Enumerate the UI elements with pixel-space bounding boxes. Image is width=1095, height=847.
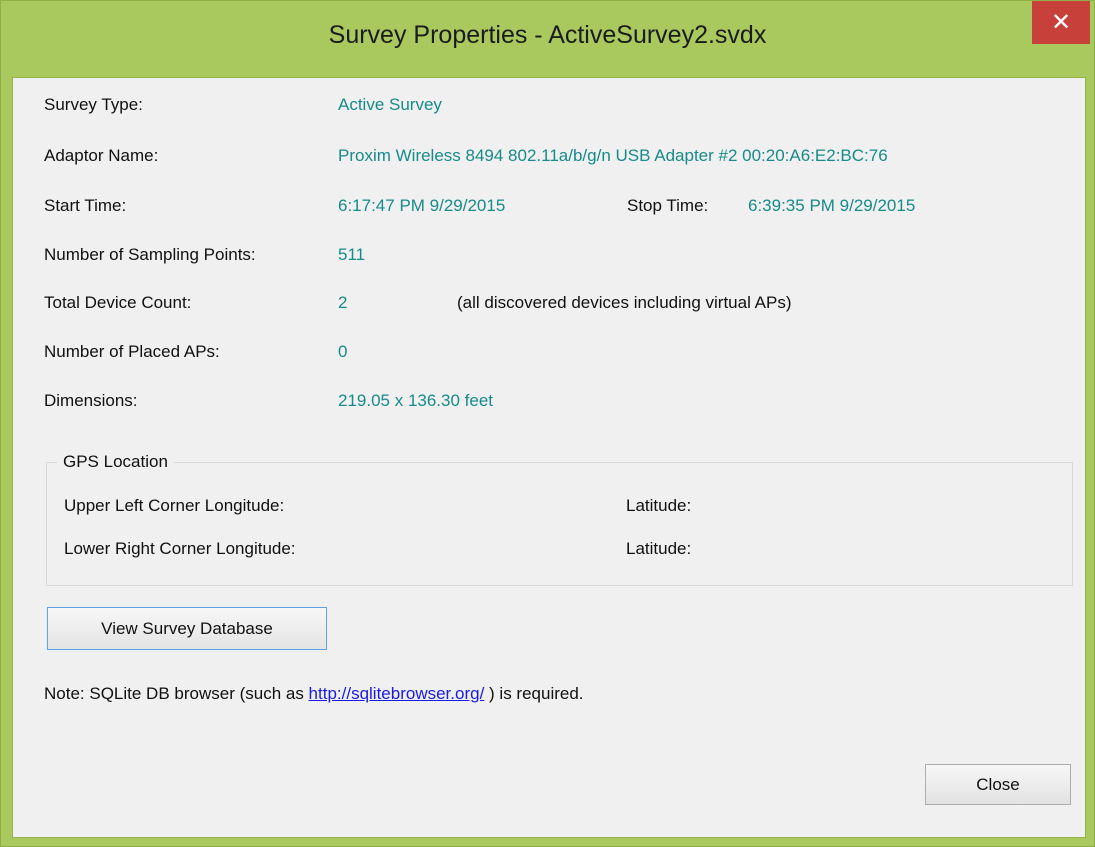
note-suffix: ) is required. [484,684,584,703]
sqlitebrowser-link[interactable]: http://sqlitebrowser.org/ [309,684,485,703]
dialog-body: Survey Type: Active Survey Adaptor Name:… [12,77,1086,838]
stop-time-label: Stop Time: [627,196,709,215]
view-survey-database-button[interactable]: View Survey Database [47,607,327,650]
start-time-value: 6:17:47 PM 9/29/2015 [338,196,506,215]
adaptor-name-label: Adaptor Name: [44,146,159,165]
window-title: Survey Properties - ActiveSurvey2.svdx [328,21,767,49]
device-count-label: Total Device Count: [44,293,192,312]
close-button[interactable]: Close [925,764,1071,805]
sampling-points-value: 511 [338,245,366,264]
stop-time-value: 6:39:35 PM 9/29/2015 [748,196,916,215]
lower-right-latitude-label: Latitude: [626,539,692,558]
upper-left-latitude-label: Latitude: [626,496,692,515]
title-bar[interactable]: Survey Properties - ActiveSurvey2.svdx ✕ [1,1,1094,77]
survey-type-label: Survey Type: [44,95,143,114]
close-window-button[interactable]: ✕ [1032,1,1090,44]
dimensions-value: 219.05 x 136.30 feet [338,391,494,410]
placed-aps-label: Number of Placed APs: [44,342,220,361]
gps-location-legend: GPS Location [57,452,174,472]
lower-right-longitude-label: Lower Right Corner Longitude: [64,539,296,558]
gps-location-group [46,462,1073,586]
adaptor-name-value: Proxim Wireless 8494 802.11a/b/g/n USB A… [338,146,888,165]
device-count-value: 2 [338,293,348,312]
start-time-label: Start Time: [44,196,127,215]
device-count-note: (all discovered devices including virtua… [457,293,792,312]
note-prefix: Note: SQLite DB browser (such as [44,684,309,703]
sqlite-note: Note: SQLite DB browser (such as http://… [44,684,584,704]
survey-type-value: Active Survey [338,95,442,114]
close-icon: ✕ [1050,9,1072,36]
sampling-points-label: Number of Sampling Points: [44,245,256,264]
survey-properties-window: Survey Properties - ActiveSurvey2.svdx ✕… [0,0,1095,847]
placed-aps-value: 0 [338,342,348,361]
upper-left-longitude-label: Upper Left Corner Longitude: [64,496,285,515]
dimensions-label: Dimensions: [44,391,138,410]
